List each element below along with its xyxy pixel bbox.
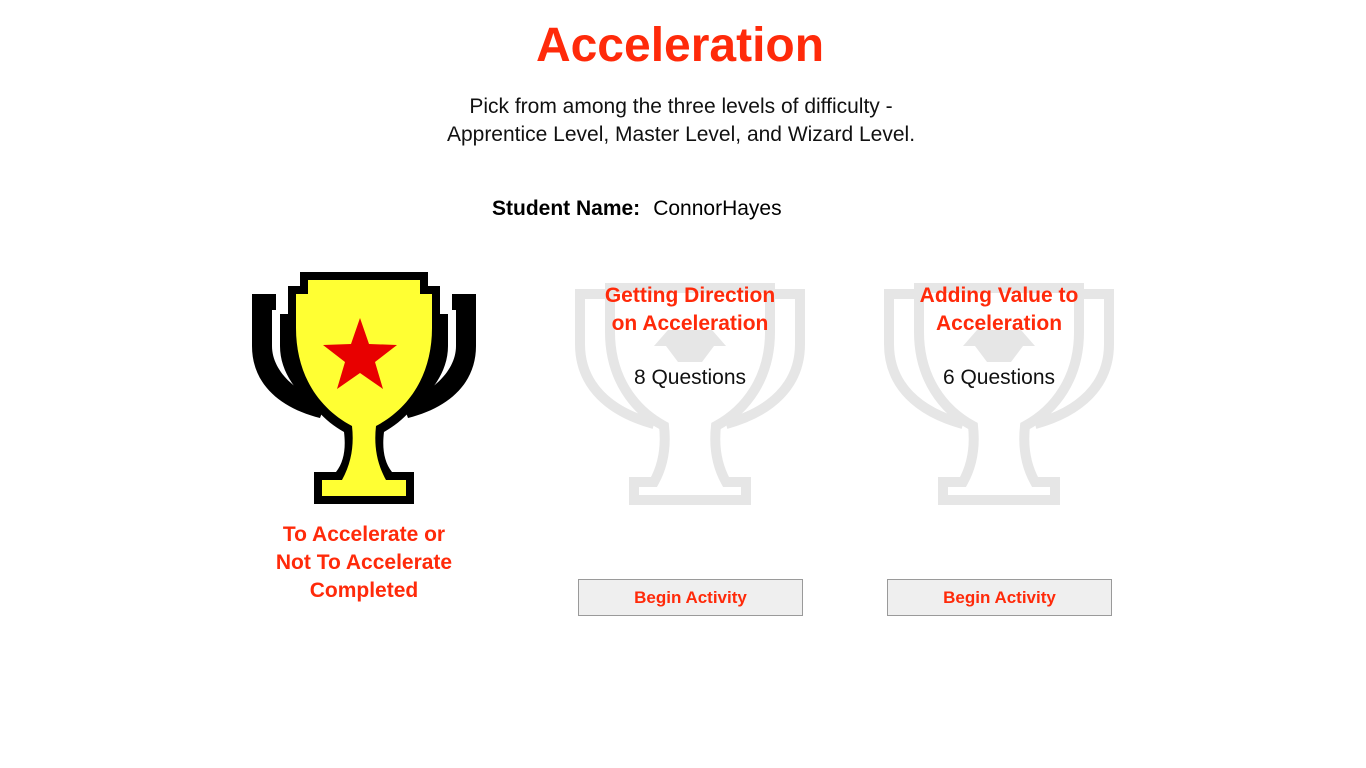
page-title: Acceleration (535, 19, 825, 72)
subtitle-line-2: Apprentice Level, Master Level, and Wiza… (446, 123, 916, 146)
activity-card-completed: To Accelerate or Not To Accelerate Compl… (244, 268, 484, 628)
begin-activity-button[interactable]: Begin Activity (887, 579, 1112, 616)
question-count: 8 Questions (633, 366, 747, 389)
question-count: 6 Questions (942, 366, 1056, 389)
student-name-value: ConnorHayes (653, 197, 782, 220)
completed-activity-label: To Accelerate or Not To Accelerate Compl… (244, 521, 484, 605)
activity-title-line-2: on Acceleration (611, 312, 769, 335)
student-name-label: Student Name: (492, 197, 641, 220)
completed-status-text: Completed (309, 579, 419, 602)
page-subtitle: Pick from among the three levels of diff… (0, 93, 1364, 149)
activity-card-getting-direction: Getting Direction on Acceleration 8 Ques… (570, 268, 810, 628)
activity-title: Getting Direction on Acceleration (570, 282, 810, 338)
subtitle-line-1: Pick from among the three levels of diff… (469, 95, 893, 118)
activity-title-line-1: Getting Direction (604, 284, 776, 307)
activity-title-line-2: Acceleration (935, 312, 1063, 335)
completed-title-line-2: Not To Accelerate (275, 551, 453, 574)
activity-selection-page: Acceleration Pick from among the three l… (0, 0, 1366, 768)
begin-activity-button[interactable]: Begin Activity (578, 579, 803, 616)
activity-title: Adding Value to Acceleration (879, 282, 1119, 338)
activity-card-adding-value: Adding Value to Acceleration 6 Questions… (879, 268, 1119, 628)
activity-title-line-1: Adding Value to (919, 284, 1079, 307)
completed-title-line-1: To Accelerate or (282, 523, 446, 546)
gold-trophy-star-icon (252, 272, 476, 504)
student-name-row: Student Name: ConnorHayes (492, 196, 782, 222)
